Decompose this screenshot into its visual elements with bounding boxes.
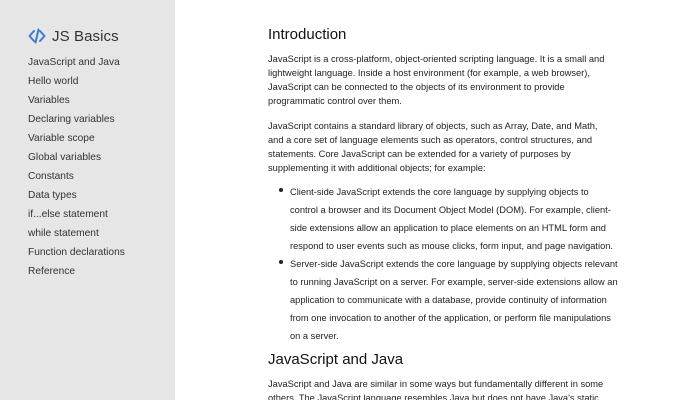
sidebar-item-if-else-statement[interactable]: if...else statement xyxy=(28,205,125,224)
paragraph: JavaScript is a cross-platform, object-o… xyxy=(268,54,605,107)
brand[interactable]: JS Basics xyxy=(28,26,119,46)
section-heading-introduction: Introduction xyxy=(268,26,347,43)
list-item: Client-side JavaScript extends the core … xyxy=(268,182,618,254)
bullet-icon xyxy=(279,260,283,264)
sidebar-item-reference[interactable]: Reference xyxy=(28,262,125,281)
page: JS Basics JavaScript and Java Hello worl… xyxy=(0,0,700,400)
bullet-list: Client-side JavaScript extends the core … xyxy=(268,182,618,344)
sidebar-item-constants[interactable]: Constants xyxy=(28,167,125,186)
sidebar-nav: JavaScript and Java Hello world Variable… xyxy=(28,53,125,281)
paragraph: JavaScript and Java are similar in some … xyxy=(268,379,604,400)
sidebar-item-declaring-variables[interactable]: Declaring variables xyxy=(28,110,125,129)
list-item: Server-side JavaScript extends the core … xyxy=(268,254,618,344)
list-item-text: Client-side JavaScript extends the core … xyxy=(290,187,613,251)
bullet-icon xyxy=(279,188,283,192)
code-brackets-icon xyxy=(28,27,46,45)
sidebar-item-data-types[interactable]: Data types xyxy=(28,186,125,205)
sidebar: JS Basics JavaScript and Java Hello worl… xyxy=(0,0,175,400)
sidebar-item-variable-scope[interactable]: Variable scope xyxy=(28,129,125,148)
sidebar-item-javascript-and-java[interactable]: JavaScript and Java xyxy=(28,53,125,72)
sidebar-item-global-variables[interactable]: Global variables xyxy=(28,148,125,167)
sidebar-item-while-statement[interactable]: while statement xyxy=(28,224,125,243)
sidebar-item-hello-world[interactable]: Hello world xyxy=(28,72,125,91)
brand-title: JS Basics xyxy=(52,27,119,45)
sidebar-item-variables[interactable]: Variables xyxy=(28,91,125,110)
main-content: Introduction JavaScript is a cross-platf… xyxy=(268,0,618,400)
sidebar-item-function-declarations[interactable]: Function declarations xyxy=(28,243,125,262)
paragraph: JavaScript contains a standard library o… xyxy=(268,121,598,174)
list-item-text: Server-side JavaScript extends the core … xyxy=(290,259,618,341)
section-heading-javascript-and-java: JavaScript and Java xyxy=(268,351,404,368)
